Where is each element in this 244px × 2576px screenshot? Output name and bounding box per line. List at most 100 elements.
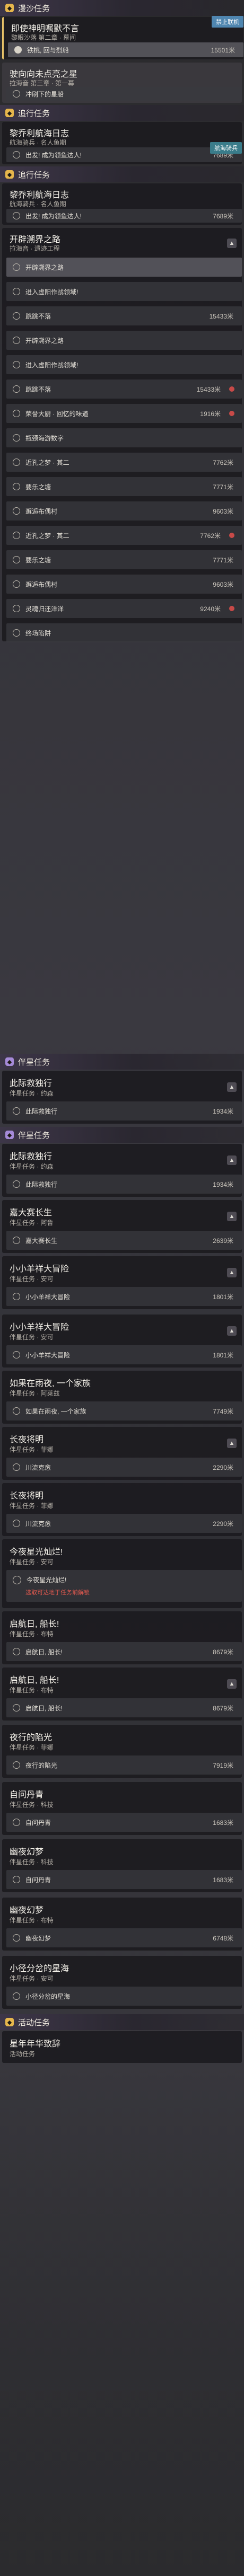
objective-row[interactable]: 进入虚阳作战领域! xyxy=(6,282,242,301)
checkbox-icon xyxy=(13,1107,20,1115)
quest-card[interactable]: 自问丹青 伴星任务 · 科技 自问丹青 1683米 xyxy=(2,1782,242,1835)
collapse-chevron-icon[interactable]: ▲ xyxy=(227,1155,237,1165)
objective-row[interactable]: 出发! 成为领鱼达人! 7689米 xyxy=(6,209,242,223)
collapse-chevron-icon[interactable]: ▲ xyxy=(227,1326,237,1336)
quest-subtitle: 伴星任务 · 阿莱兹 xyxy=(10,1390,60,1397)
quest-card[interactable]: 小小羊祥大冒险 伴星任务 · 安可 ▲ 小小羊祥大冒险 1801米 xyxy=(2,1315,242,1368)
objective-row[interactable]: 自问丹青 1683米 xyxy=(6,1870,242,1889)
section-header-side-quests[interactable]: ◆ 漫沙任务 xyxy=(0,0,244,16)
quest-card[interactable]: 小径分岔的星海 伴星任务 · 安可 小径分岔的星海 xyxy=(2,1956,242,2009)
objective-row[interactable]: 开辟溯界之路 xyxy=(6,331,242,350)
objective-row[interactable]: 跳跳不落 15433米 xyxy=(6,380,242,399)
quest-card[interactable]: 长夜将明 伴星任务 · 菲娜 ▲ 川流克愈 2290米 xyxy=(2,1427,242,1480)
objective-row[interactable]: 小小羊祥大冒险 1801米 xyxy=(6,1345,242,1364)
checkbox-icon xyxy=(13,1180,20,1188)
section-header-companion[interactable]: ◆ 伴星任务 xyxy=(0,1127,244,1143)
section-header-companion[interactable]: ◆ 伴星任务 xyxy=(0,1054,244,1070)
quest-card[interactable]: 嘉大赛长生 伴星任务 · 阿鲁 ▲ 嘉大赛长生 2639米 xyxy=(2,1200,242,1253)
section-header-activity[interactable]: ◆ 活动任务 xyxy=(0,2014,244,2030)
objective-row[interactable]: 邂逅布偶村 9603米 xyxy=(6,501,242,521)
objective-row[interactable]: 铁桃, 回与烈船 15501米 xyxy=(8,42,243,57)
quest-subtitle: 航海骑兵 · 名人鱼期 xyxy=(10,200,66,208)
section-title: 漫沙任务 xyxy=(18,4,50,13)
quest-card[interactable]: 幽夜幻梦 伴星任务 · 布特 幽夜幻梦 6748米 xyxy=(2,1898,242,1951)
checkbox-icon xyxy=(13,532,20,539)
objective-text: 此际救独行 xyxy=(25,1107,58,1115)
objective-text: 川流克愈 xyxy=(25,1463,51,1471)
quest-card[interactable]: 黎乔利航海日志 航海骑兵 · 名人鱼期 出发! 成为领鱼达人! 7689米 xyxy=(2,183,242,225)
objective-row[interactable]: 出发! 成为领鱼达人! 7689米 xyxy=(6,147,242,162)
objective-row[interactable]: 启航日, 船长! 8679米 xyxy=(6,1698,242,1717)
objective-text: 小小羊祥大冒险 xyxy=(25,1351,71,1359)
objective-row[interactable]: 冲刷下的星船 xyxy=(6,87,242,101)
objective-row[interactable]: 进入虚阳作战领域! xyxy=(6,355,242,374)
quest-card[interactable]: 启航日, 船长! 伴星任务 · 布特 ▲ 启航日, 船长! 8679米 xyxy=(2,1668,242,1721)
quest-card[interactable]: 今夜星光灿烂! 伴星任务 · 安可 今夜星光灿烂! 选取可达地于任务前解锁 xyxy=(2,1539,242,1608)
quest-card[interactable]: 小小羊祥大冒险 伴星任务 · 安可 ▲ 小小羊祥大冒险 1801米 xyxy=(2,1256,242,1309)
objective-text: 幽夜幻梦 xyxy=(25,1934,51,1942)
quest-subtitle: 伴星任务 · 布特 xyxy=(10,1917,54,1924)
objective-row[interactable]: 此际救独行 1934米 xyxy=(6,1101,242,1121)
objective-text: 终场陷阱 xyxy=(25,629,51,637)
quest-card[interactable]: 如果在雨夜, 一个家族 伴星任务 · 阿莱兹 如果在雨夜, 一个家族 7749米 xyxy=(2,1371,242,1424)
objective-row[interactable]: 此际救独行 1934米 xyxy=(6,1175,242,1194)
quest-card[interactable]: 夜行的陷光 伴星任务 · 菲娜 夜行的陷光 7919米 xyxy=(2,1725,242,1778)
objective-row[interactable]: 近孔之梦 · 其二 7762米 xyxy=(6,526,242,545)
objective-row[interactable]: 嘉大赛长生 2639米 xyxy=(6,1231,242,1250)
objective-row[interactable]: 邂逅布偶村 9603米 xyxy=(6,575,242,594)
quest-gem-icon: ◆ xyxy=(5,2018,14,2026)
objective-text: 开辟溯界之路 xyxy=(25,337,64,345)
collapse-chevron-icon[interactable]: ▲ xyxy=(227,1268,237,1277)
objective-row[interactable]: 灵魂归还洋洋 9240米 xyxy=(6,599,242,618)
quest-subtitle: 伴星任务 · 约森 xyxy=(10,1090,54,1097)
objective-distance: 2639米 xyxy=(213,1237,233,1245)
collapse-chevron-icon[interactable]: ▲ xyxy=(227,1439,237,1448)
quest-card[interactable]: 启航日, 船长! 伴星任务 · 布特 启航日, 船长! 8679米 xyxy=(2,1611,242,1664)
quest-card[interactable]: 黎乔利航海日志 航海骑兵 · 名人鱼期 出发! 成为领鱼达人! 7689米 航海… xyxy=(2,122,242,164)
objective-row[interactable]: 要乐之塘 7771米 xyxy=(6,477,242,496)
section-title: 追行任务 xyxy=(18,109,50,118)
collapse-chevron-icon[interactable]: ▲ xyxy=(227,1679,237,1689)
objective-row[interactable]: 近孔之梦 · 其二 7762米 xyxy=(6,453,242,472)
objective-row[interactable]: 跳跳不落 15433米 xyxy=(6,306,242,325)
objective-row[interactable]: 川流克愈 2290米 xyxy=(6,1458,242,1477)
objective-row[interactable]: 小径分岔的星海 xyxy=(6,1987,242,2006)
checkbox-icon xyxy=(13,434,20,442)
section-header-trail[interactable]: ◆ 追行任务 xyxy=(0,166,244,182)
objective-row[interactable]: 川流克愈 2290米 xyxy=(6,1514,242,1533)
objective-text: 自问丹青 xyxy=(25,1876,51,1884)
objective-row[interactable]: 夜行的陷光 7919米 xyxy=(6,1755,242,1775)
locked-objective[interactable]: 今夜星光灿烂! 选取可达地于任务前解锁 xyxy=(6,1570,242,1602)
checkbox-icon xyxy=(13,151,20,158)
quest-card[interactable]: 幽夜幻梦 伴星任务 · 科技 自问丹青 1683米 xyxy=(2,1839,242,1892)
objective-distance: 1801米 xyxy=(213,1351,233,1359)
objective-row[interactable]: 启航日, 船长! 8679米 xyxy=(6,1642,242,1661)
checkbox-icon xyxy=(13,288,20,295)
quest-title: 长夜将明 xyxy=(10,1435,44,1444)
objective-text: 出发! 成为领鱼达人! xyxy=(25,212,82,220)
collapse-chevron-icon[interactable]: ▲ xyxy=(227,1212,237,1221)
objective-row[interactable]: 终场陷阱 xyxy=(6,623,242,642)
objective-text: 进入虚阳作战领域! xyxy=(25,288,79,296)
quest-card[interactable]: 即使神明嘱默不言 黎眼沙落 第二章 · 幕间 铁桃, 回与烈船 15501米 禁… xyxy=(2,16,243,59)
quest-card[interactable]: 长夜将明 伴星任务 · 菲娜 川流克愈 2290米 xyxy=(2,1483,242,1536)
objective-row[interactable]: 小小羊祥大冒险 1801米 xyxy=(6,1287,242,1306)
objective-row[interactable]: 自问丹青 1683米 xyxy=(6,1813,242,1832)
quest-title: 开辟溯界之路 xyxy=(10,235,61,244)
quest-card[interactable]: 此际救独行 伴星任务 · 约森 ▲ 此际救独行 1934米 xyxy=(2,1071,242,1124)
objective-row[interactable]: 荣誉大厨 · 回忆的味道 1916米 xyxy=(6,404,242,423)
section-header-trail[interactable]: ◆ 追行任务 xyxy=(0,105,244,121)
objective-row[interactable]: 瓶颈海游数字 xyxy=(6,428,242,447)
objective-distance: 7749米 xyxy=(213,1407,233,1415)
quest-subtitle: 伴星任务 · 菲娜 xyxy=(10,1744,54,1751)
objective-row[interactable]: 如果在雨夜, 一个家族 7749米 xyxy=(6,1401,242,1421)
checkbox-icon xyxy=(13,1934,20,1942)
objective-row[interactable]: 幽夜幻梦 6748米 xyxy=(6,1928,242,1947)
objective-row[interactable]: 要乐之塘 7771米 xyxy=(6,550,242,569)
collapse-chevron-icon[interactable]: ▲ xyxy=(227,1082,237,1092)
quest-card[interactable]: 驶向向未点亮之星 拉海音 第三章 · 第一幕 冲刷下的星船 xyxy=(2,63,242,103)
quest-card[interactable]: 星年年华致辞 活动任务 xyxy=(2,2031,242,2063)
collapse-chevron-icon[interactable]: ▲ xyxy=(227,239,237,248)
quest-card[interactable]: 此际救独行 伴星任务 · 约森 ▲ 此际救独行 1934米 xyxy=(2,1144,242,1197)
objective-row[interactable]: 开辟溯界之路 xyxy=(6,258,242,277)
